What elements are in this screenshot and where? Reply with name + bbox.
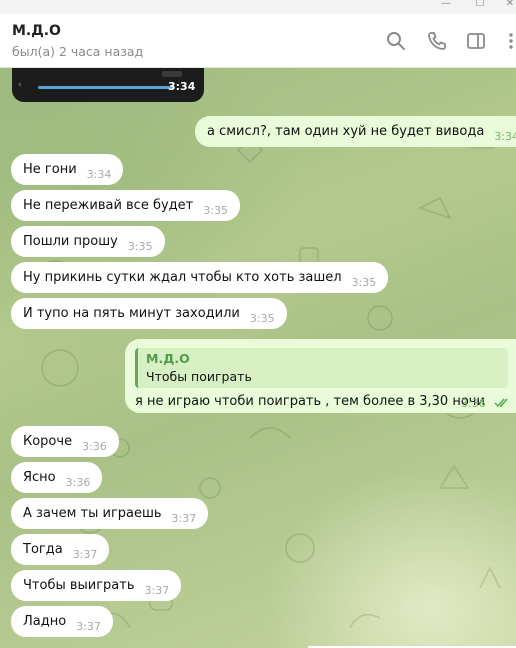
- message-bubble-incoming[interactable]: Не гони 3:34: [11, 154, 124, 185]
- message-time: 3:37: [72, 547, 98, 561]
- message-text: Пошли прошу: [23, 234, 118, 249]
- message-bubble-incoming[interactable]: Чтобы выиграть 3:37: [11, 570, 182, 601]
- message-time: 3:37: [76, 619, 101, 633]
- message-text: Чтобы выиграть: [23, 578, 135, 593]
- message-text: Ясно: [23, 470, 56, 485]
- speed-toggle-icon[interactable]: ‹: [18, 80, 22, 90]
- chat-area[interactable]: ‹ 3:34 а смисл?, там один хуй не будет в…: [0, 68, 516, 648]
- sidebar-toggle-icon[interactable]: [463, 28, 489, 54]
- message-text: Ладно: [23, 614, 67, 629]
- message-time: 3:37: [171, 511, 197, 525]
- message-time: 3:35: [203, 203, 228, 217]
- message-bubble-incoming[interactable]: Ладно 3:37: [11, 606, 113, 637]
- message-time: 3:35: [127, 239, 153, 253]
- last-seen-status: был(а) 2 часа назад: [12, 44, 144, 59]
- message-time: 3:35: [249, 311, 275, 325]
- message-time: 3:37: [144, 583, 170, 597]
- message-text: И тупо на пять минут заходили: [23, 306, 240, 321]
- message-text: я не играю чтоби поиграть , тем более в …: [135, 394, 485, 409]
- maximize-button[interactable]: ☐: [466, 0, 494, 14]
- message-bubble-incoming[interactable]: Не переживай все будет 3:35: [11, 190, 240, 221]
- message-text: а смисл?, там один хуй не будет вивода: [207, 124, 485, 139]
- window-titlebar: — ☐ ✕: [0, 0, 516, 14]
- message-bubble-reply[interactable]: М.Д.О Чтобы поиграть я не играю чтоби по…: [125, 339, 516, 413]
- voice-duration: 3:34: [168, 80, 196, 93]
- close-button[interactable]: ✕: [496, 0, 516, 14]
- message-text: А зачем ты играешь: [23, 506, 162, 521]
- chat-name[interactable]: М.Д.О: [12, 23, 61, 39]
- message-time: 3:34: [494, 129, 516, 143]
- message-text: Не переживай все будет: [23, 198, 194, 213]
- message-time: 3:35: [351, 275, 377, 289]
- voice-badge: [162, 71, 182, 77]
- message-time: 3:36: [461, 397, 486, 410]
- quoted-author: М.Д.О: [146, 351, 190, 366]
- message-time: 3:36: [82, 439, 107, 453]
- message-bubble-incoming[interactable]: И тупо на пять минут заходили 3:35: [11, 298, 287, 329]
- message-bubble-incoming[interactable]: Тогда 3:37: [11, 534, 110, 565]
- search-icon[interactable]: [383, 28, 409, 54]
- message-text: Короче: [23, 434, 73, 449]
- message-bubble-incoming[interactable]: Ну прикинь сутки ждал чтобы кто хоть заш…: [11, 262, 389, 293]
- more-icon[interactable]: [498, 28, 516, 54]
- phone-icon[interactable]: [424, 28, 450, 54]
- voice-progress-bar[interactable]: [38, 86, 174, 89]
- message-bubble-incoming[interactable]: Ясно 3:36: [11, 462, 103, 493]
- chat-header: М.Д.О был(а) 2 часа назад: [0, 14, 516, 68]
- voice-message-player[interactable]: ‹ 3:34: [12, 68, 204, 102]
- double-check-icon: [494, 398, 508, 408]
- message-text: Ну прикинь сутки ждал чтобы кто хоть заш…: [23, 270, 342, 285]
- quoted-message[interactable]: М.Д.О Чтобы поиграть: [135, 348, 508, 388]
- message-bubble-incoming[interactable]: А зачем ты играешь 3:37: [11, 498, 209, 529]
- message-bubble-incoming[interactable]: Короче 3:36: [11, 426, 119, 457]
- message-time: 3:34: [86, 167, 112, 181]
- minimize-button[interactable]: —: [432, 0, 460, 14]
- message-text: Не гони: [23, 162, 77, 177]
- message-time: 3:36: [65, 475, 91, 489]
- quoted-text: Чтобы поиграть: [146, 369, 252, 384]
- message-bubble-outgoing[interactable]: а смисл?, там один хуй не будет вивода 3…: [195, 116, 516, 147]
- message-bubble-incoming[interactable]: Пошли прошу 3:35: [11, 226, 165, 257]
- message-text: Тогда: [23, 542, 63, 557]
